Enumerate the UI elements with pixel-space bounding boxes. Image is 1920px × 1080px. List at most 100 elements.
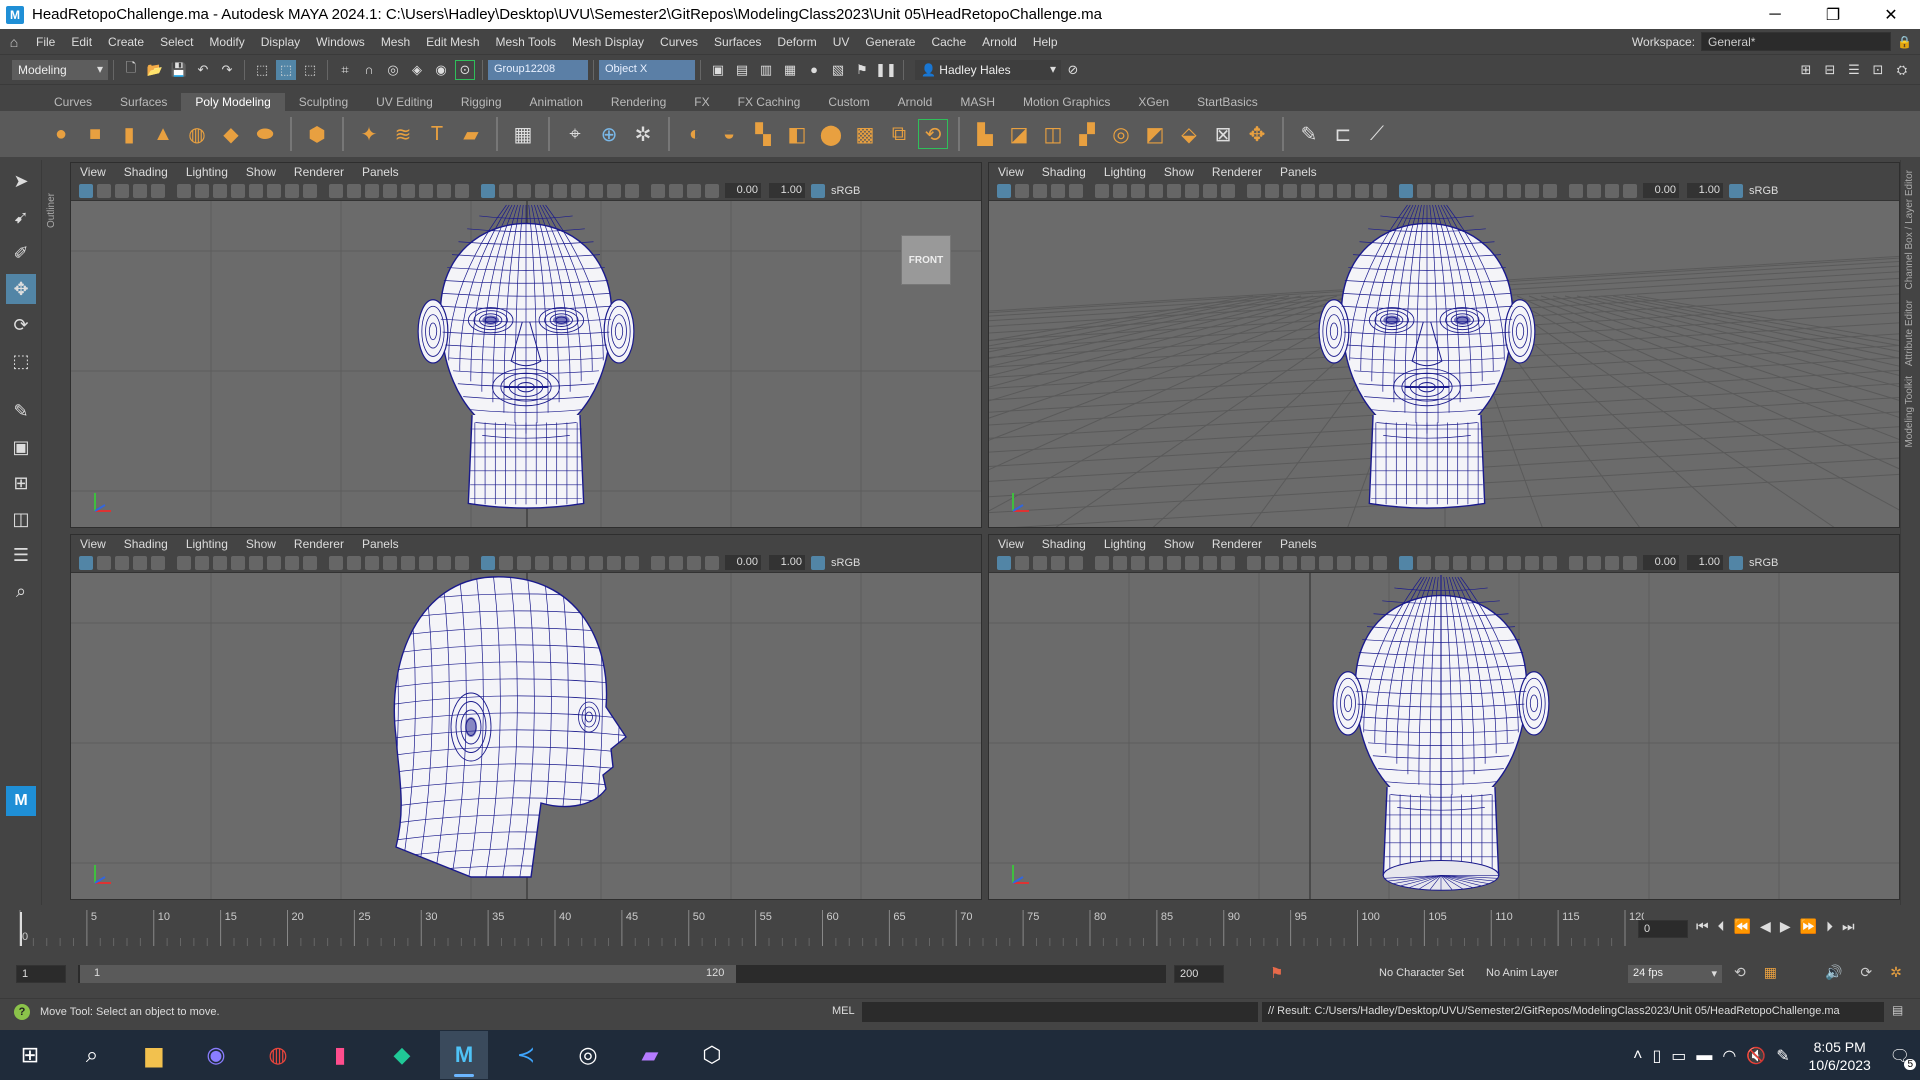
view-tool-icon[interactable] xyxy=(1167,555,1181,570)
select-camera-icon[interactable] xyxy=(79,555,93,570)
view-tool-icon[interactable] xyxy=(1203,183,1217,198)
shading-mode-icon[interactable] xyxy=(517,183,531,198)
viewport-persp[interactable]: View Shading Lighting Show Renderer Panels 0.0… xyxy=(988,162,1900,528)
step-forward-icon[interactable]: ⏵ xyxy=(1826,918,1833,935)
new-scene-icon[interactable]: 🗋 xyxy=(121,60,141,80)
grid-display-icon[interactable] xyxy=(347,183,361,198)
gamma-field[interactable]: 1.00 xyxy=(769,555,805,570)
view-tool-icon[interactable] xyxy=(1185,183,1199,198)
smooth-icon[interactable]: ⬤ xyxy=(816,119,846,149)
gamma-field[interactable]: 1.00 xyxy=(1687,555,1723,570)
channel-box-tab[interactable]: Channel Box / Layer Editor xyxy=(1904,170,1915,290)
grid-display-icon[interactable] xyxy=(1247,183,1261,198)
app-teal-icon[interactable]: ◆ xyxy=(378,1031,426,1079)
append-icon[interactable]: ▞ xyxy=(1072,119,1102,149)
gamma-field[interactable]: 1.00 xyxy=(769,183,805,198)
scale-tool-icon[interactable]: ⬚ xyxy=(6,346,36,376)
isolate-icon[interactable] xyxy=(1587,183,1601,198)
snap-curve-icon[interactable]: ∩ xyxy=(359,60,379,80)
camera-attr-icon[interactable] xyxy=(1033,183,1047,198)
grid-display-icon[interactable] xyxy=(401,555,415,570)
view-tool-icon[interactable] xyxy=(195,555,209,570)
panel-menu-shading[interactable]: Shading xyxy=(1033,537,1095,551)
menu-arnold[interactable]: Arnold xyxy=(974,35,1025,49)
menu-mesh-display[interactable]: Mesh Display xyxy=(564,35,652,49)
wireframe-shaded-icon[interactable] xyxy=(481,183,495,198)
shading-mode-icon[interactable] xyxy=(1417,555,1431,570)
view-tool-icon[interactable] xyxy=(1221,183,1235,198)
go-to-start-icon[interactable]: ⏮ xyxy=(1696,918,1709,935)
shading-mode-icon[interactable] xyxy=(1525,555,1539,570)
view-tool-icon[interactable] xyxy=(1185,555,1199,570)
layout-icon-3[interactable]: ☰ xyxy=(1844,60,1864,80)
shelf-tab-arnold[interactable]: Arnold xyxy=(884,93,947,111)
shading-mode-icon[interactable] xyxy=(1525,183,1539,198)
maya-taskbar-icon[interactable]: M xyxy=(440,1031,488,1079)
snap-surface-icon[interactable]: ◉ xyxy=(431,60,451,80)
view-tool-icon[interactable] xyxy=(231,183,245,198)
shelf-tab-xgen[interactable]: XGen xyxy=(1124,93,1183,111)
go-to-end-icon[interactable]: ⏭ xyxy=(1842,918,1855,935)
grid-display-icon[interactable] xyxy=(1319,555,1333,570)
grid-display-icon[interactable] xyxy=(1337,555,1351,570)
clapper-icon[interactable]: ▰ xyxy=(626,1031,674,1079)
panel-menu-panels[interactable]: Panels xyxy=(353,537,408,551)
poly-plane-icon[interactable]: ◆ xyxy=(216,119,246,149)
shelf-tab-custom[interactable]: Custom xyxy=(814,93,883,111)
shelf-tab-animation[interactable]: Animation xyxy=(516,93,597,111)
poly-cone-icon[interactable]: ▲ xyxy=(148,119,178,149)
grid-display-icon[interactable] xyxy=(383,183,397,198)
reset-transform-icon[interactable]: ✲ xyxy=(628,119,658,149)
view-tool-icon[interactable] xyxy=(303,183,317,198)
windows-start-icon[interactable]: ⊞ xyxy=(6,1031,54,1079)
time-slider-ruler[interactable]: 0 5 10 15 20 25 30 35 40 45 50 55 60 65 70 75 80 85 90 95 10… xyxy=(14,906,1644,950)
volume-muted-icon[interactable]: 🔇 xyxy=(1746,1046,1766,1066)
script-editor-icon[interactable]: ▤ xyxy=(1892,1003,1903,1017)
cache-icon[interactable]: ▦ xyxy=(1764,964,1777,981)
isolate-icon[interactable] xyxy=(705,183,719,198)
view-tool-icon[interactable] xyxy=(213,183,227,198)
shelf-tab-poly-modeling[interactable]: Poly Modeling xyxy=(181,93,285,111)
isolate-icon[interactable] xyxy=(651,555,665,570)
app-red-icon[interactable]: ▮ xyxy=(316,1031,364,1079)
shading-mode-icon[interactable] xyxy=(535,183,549,198)
isolate-icon[interactable] xyxy=(1605,183,1619,198)
shading-mode-icon[interactable] xyxy=(1489,183,1503,198)
view-tool-icon[interactable] xyxy=(177,183,191,198)
exposure-field[interactable]: 0.00 xyxy=(725,183,761,198)
modeling-toolkit-tab[interactable]: Modeling Toolkit xyxy=(1904,376,1915,448)
lasso-tool-icon[interactable]: ➹ xyxy=(6,202,36,232)
hypershade-icon[interactable]: ● xyxy=(804,60,824,80)
view-tool-icon[interactable] xyxy=(285,555,299,570)
grid-display-icon[interactable] xyxy=(437,555,451,570)
grid-display-icon[interactable] xyxy=(1337,183,1351,198)
boolean-icon[interactable]: ◧ xyxy=(782,119,812,149)
wireframe-shaded-icon[interactable] xyxy=(481,555,495,570)
panel-menu-view[interactable]: View xyxy=(989,537,1033,551)
battery-icon[interactable]: ▬ xyxy=(1696,1047,1712,1065)
shading-mode-icon[interactable] xyxy=(499,555,513,570)
tray-display-icon[interactable]: ▭ xyxy=(1671,1046,1686,1066)
menu-help[interactable]: Help xyxy=(1025,35,1066,49)
redo-icon[interactable]: ↷ xyxy=(217,60,237,80)
camera-attr-icon[interactable] xyxy=(1069,183,1083,198)
merge-icon[interactable]: ◩ xyxy=(1140,119,1170,149)
isolate-icon[interactable] xyxy=(1623,555,1637,570)
view-tool-icon[interactable] xyxy=(231,555,245,570)
shelf-tab-fx-caching[interactable]: FX Caching xyxy=(724,93,815,111)
viewcube-front[interactable]: FRONT xyxy=(901,235,951,285)
poly-sphere-icon[interactable]: ● xyxy=(46,119,76,149)
shading-mode-icon[interactable] xyxy=(607,183,621,198)
camera-attr-icon[interactable] xyxy=(97,183,111,198)
maya-home-icon[interactable]: M xyxy=(6,786,36,816)
view-tool-icon[interactable] xyxy=(1131,183,1145,198)
gamma-field[interactable]: 1.00 xyxy=(1687,183,1723,198)
exposure-field[interactable]: 0.00 xyxy=(1643,555,1679,570)
shading-mode-icon[interactable] xyxy=(1435,183,1449,198)
shading-mode-icon[interactable] xyxy=(1507,555,1521,570)
grid-display-icon[interactable] xyxy=(437,183,451,198)
panel-menu-panels[interactable]: Panels xyxy=(1271,537,1326,551)
shading-mode-icon[interactable] xyxy=(589,555,603,570)
grid-display-icon[interactable] xyxy=(1373,555,1387,570)
isolate-icon[interactable] xyxy=(705,555,719,570)
